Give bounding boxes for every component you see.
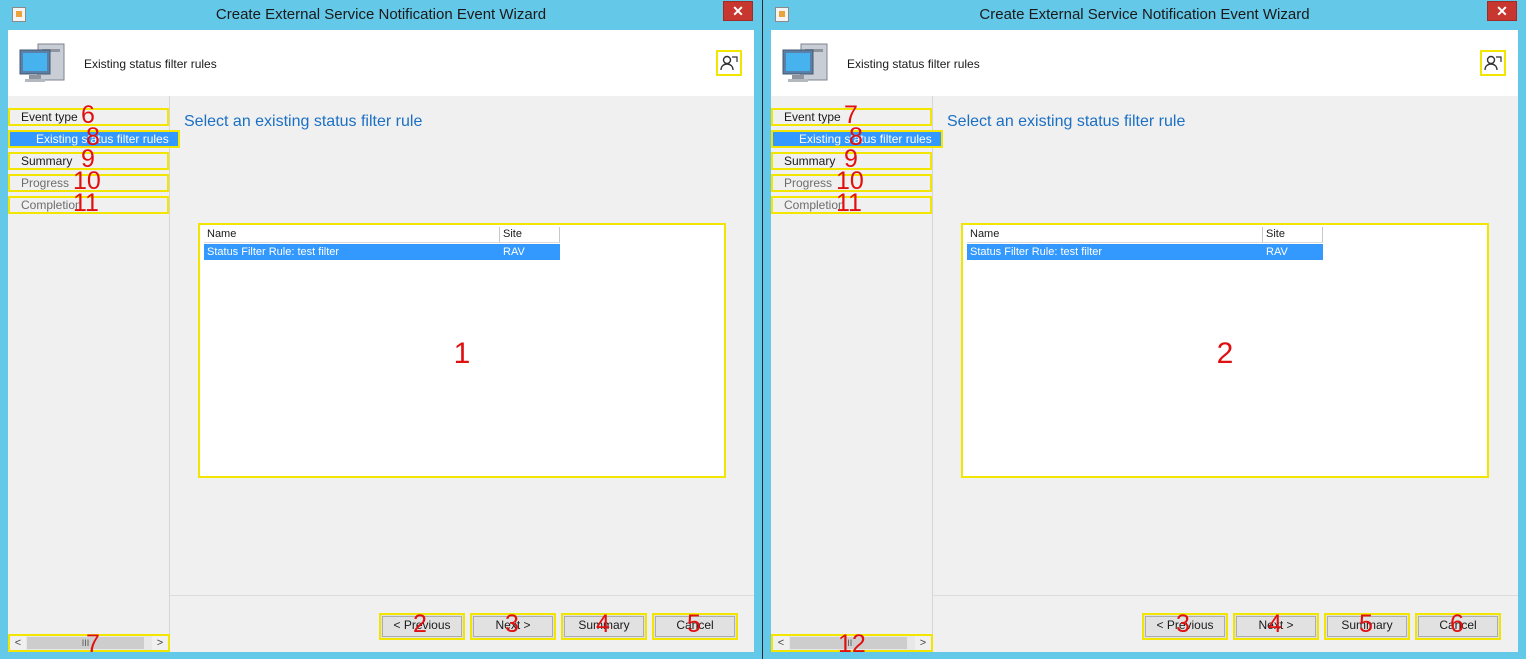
- column-header-site[interactable]: Site: [500, 227, 560, 243]
- title-bar[interactable]: Create External Service Notification Eve…: [0, 0, 762, 30]
- nav-item-label: Existing status filter rules: [799, 132, 932, 146]
- column-header-site[interactable]: Site: [1263, 227, 1323, 243]
- wizard-step-nav: Event type Existing status filter rules …: [8, 96, 180, 657]
- help-user-icon[interactable]: [1480, 50, 1506, 76]
- annotation-number: 3: [505, 610, 519, 638]
- wizard-window-left: Create External Service Notification Eve…: [0, 0, 762, 659]
- next-button[interactable]: Next >4: [1233, 610, 1319, 640]
- wizard-window-right: Create External Service Notification Eve…: [763, 0, 1526, 659]
- list-header: Name Site: [204, 227, 560, 243]
- cell-site: RAV: [503, 246, 525, 258]
- divider: [170, 595, 754, 596]
- header-title: Existing status filter rules: [84, 57, 217, 71]
- cell-name: Status Filter Rule: test filter: [207, 246, 340, 258]
- close-button[interactable]: ✕: [723, 1, 753, 21]
- summary-button[interactable]: Summary 4: [561, 610, 647, 640]
- wizard-step-nav: Event type Existing status filter rules …: [771, 96, 943, 657]
- cell-site: RAV: [1266, 246, 1288, 258]
- nav-item-label: Existing status filter rules: [36, 132, 169, 146]
- wizard-header: Existing status filter rules: [771, 30, 1518, 96]
- annotation-number: 1: [453, 337, 471, 370]
- annotation-number: 5: [1359, 610, 1373, 638]
- cancel-button[interactable]: Cancel 6: [1415, 610, 1501, 640]
- annotation-number: 7: [86, 630, 100, 658]
- scroll-right-arrow[interactable]: >: [915, 636, 931, 650]
- page-heading: Select an existing status filter rule: [947, 113, 1186, 130]
- nav-item-label: Event type: [784, 110, 841, 124]
- annotation-number: 5: [687, 610, 701, 638]
- annotation-number: 12: [838, 630, 866, 658]
- annotation-number: 3: [1176, 610, 1190, 638]
- nav-item-label: Progress: [784, 176, 833, 190]
- list-header: Name Site: [967, 227, 1323, 243]
- screen: Create External Service Notification Eve…: [0, 0, 1526, 659]
- table-row[interactable]: Status Filter Rule: test filter RAV: [967, 244, 1323, 260]
- nav-item-label: Summary: [21, 154, 73, 168]
- scroll-left-arrow[interactable]: <: [773, 636, 789, 650]
- horizontal-scrollbar[interactable]: < III > 12: [771, 632, 933, 657]
- annotation-number: 11: [73, 189, 99, 217]
- cancel-button[interactable]: Cancel 5: [652, 610, 738, 640]
- scroll-left-arrow[interactable]: <: [10, 636, 26, 650]
- close-button[interactable]: ✕: [1487, 1, 1517, 21]
- page-heading: Select an existing status filter rule: [184, 113, 423, 130]
- annotation-number: 4: [596, 610, 610, 638]
- wizard-client: Existing status filter rules Event type …: [771, 30, 1518, 657]
- help-user-icon[interactable]: [716, 50, 742, 76]
- next-button[interactable]: Next >3: [470, 610, 556, 640]
- wizard-client: Existing status filter rules Event type …: [8, 30, 754, 657]
- annotation-number: 4: [1268, 610, 1282, 638]
- annotation-number: 2: [413, 610, 427, 638]
- previous-button[interactable]: < Previous 3: [1142, 610, 1228, 640]
- computer-icon: [19, 43, 65, 82]
- annotation-number: 6: [1450, 610, 1464, 638]
- summary-button[interactable]: Summary 5: [1324, 610, 1410, 640]
- status-filter-rule-list[interactable]: Name Site Status Filter Rule: test filte…: [961, 223, 1489, 478]
- nav-item-label: Event type: [21, 110, 78, 124]
- cell-name: Status Filter Rule: test filter: [970, 246, 1103, 258]
- title-bar[interactable]: Create External Service Notification Eve…: [763, 0, 1526, 30]
- window-title: Create External Service Notification Eve…: [215, 6, 547, 23]
- nav-item-label: Progress: [21, 176, 70, 190]
- header-title: Existing status filter rules: [847, 57, 980, 71]
- status-filter-rule-list[interactable]: Name Site Status Filter Rule: test filte…: [198, 223, 726, 478]
- annotation-number: 2: [1216, 337, 1234, 370]
- table-row[interactable]: Status Filter Rule: test filter RAV: [204, 244, 560, 260]
- horizontal-scrollbar[interactable]: < III > 7: [8, 632, 170, 657]
- scroll-right-arrow[interactable]: >: [152, 636, 168, 650]
- nav-item-label: Summary: [784, 154, 836, 168]
- wizard-header: Existing status filter rules: [8, 30, 754, 96]
- column-header-name[interactable]: Name: [204, 227, 500, 243]
- divider: [933, 595, 1518, 596]
- computer-icon: [782, 43, 828, 82]
- previous-button[interactable]: < Previous 2: [379, 610, 465, 640]
- annotation-number: 11: [836, 189, 862, 217]
- column-header-name[interactable]: Name: [967, 227, 1263, 243]
- window-title: Create External Service Notification Eve…: [979, 6, 1310, 23]
